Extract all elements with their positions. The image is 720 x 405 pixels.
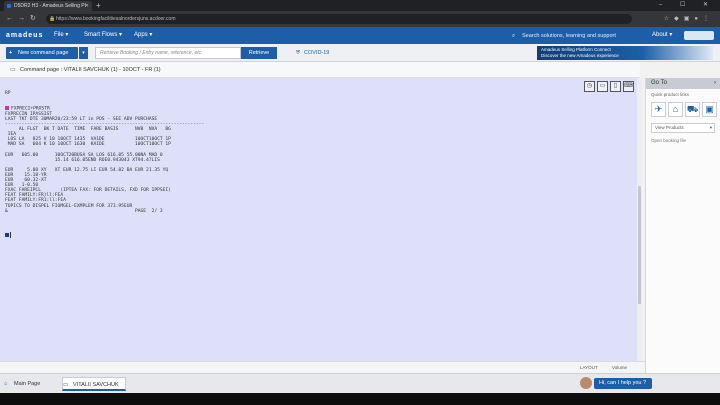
help-bubble[interactable]: Hi, can I help you ? xyxy=(594,378,652,389)
scrollbar-thumb[interactable] xyxy=(638,186,641,304)
window-controls[interactable]: – ☐ ✕ xyxy=(659,0,716,11)
lock-icon: 🔒 xyxy=(49,16,56,22)
status-volume[interactable]: Volume xyxy=(612,363,627,373)
minimize-icon[interactable]: ▭ xyxy=(597,81,608,92)
car-icon[interactable]: ⛟ xyxy=(685,102,700,117)
command-page-header: ▭ Command page : VITALII SAVCHUK (1) - 1… xyxy=(0,62,640,78)
goto-subtitle: Quick product links xyxy=(651,92,690,97)
terminal-tools: ◷ ▭ ▯ ⌨ xyxy=(584,81,636,92)
toolbar: + New command page ▾ Retrieve Booking / … xyxy=(0,44,720,62)
back-icon[interactable]: ← xyxy=(6,14,13,24)
chevron-right-icon[interactable]: › xyxy=(714,78,716,89)
monitor-icon: ▭ xyxy=(63,382,69,388)
close-tab-icon[interactable]: ✕ xyxy=(85,1,89,11)
status-layout[interactable]: LAYOUT xyxy=(580,363,598,373)
assistant-avatar xyxy=(580,377,592,389)
shield-icon: ⛨ xyxy=(296,50,301,56)
terminal-output: RP FXPRECI+PRXSTR FXPRECIN IPASSIST LAST T… xyxy=(5,91,204,214)
new-command-page-button[interactable]: + New command page xyxy=(6,47,78,59)
url-text: https://www.bookingfacilitiesalnordersju… xyxy=(56,16,176,22)
search-icon: ⌕ xyxy=(512,33,516,39)
session-tab-active[interactable]: ▭ VITALII SAVCHUK xyxy=(62,377,126,391)
cryptic-terminal[interactable]: ◷ ▭ ▯ ⌨ RP FXPRECI+PRXSTR FXPRECIN IPASSIST L… xyxy=(0,78,640,361)
terminal-cursor-marker xyxy=(5,233,9,237)
terminal-caret[interactable] xyxy=(10,232,11,238)
product-icons: ✈ ⌂ ⛟ ▣ xyxy=(651,102,719,117)
open-booking-link[interactable]: Open booking file xyxy=(651,138,686,143)
command-page-title: Command page : VITALII SAVCHUK (1) - 10O… xyxy=(20,67,161,73)
browser-extension-icons[interactable]: ☆◆▣●⋮ xyxy=(664,14,714,24)
goto-panel-header[interactable]: Go To › xyxy=(646,78,720,89)
amadeus-favicon-icon xyxy=(7,4,11,8)
main-page-tab[interactable]: ⌂ Main Page xyxy=(4,377,40,391)
chevron-down-icon: ▾ xyxy=(709,125,712,130)
command-page-icon: ▭ xyxy=(10,67,16,73)
retrieve-button[interactable]: Retrieve xyxy=(241,47,277,59)
history-icon[interactable]: ◷ xyxy=(584,81,595,92)
session-bar: ⌂ Main Page ▭ VITALII SAVCHUK Hi, can I … xyxy=(0,373,720,393)
home-icon: ⌂ xyxy=(4,381,8,387)
header-search[interactable]: ⌕ Search solutions, learning and support xyxy=(512,31,632,41)
browser-tab[interactable]: D5DR2 H3 - Amadeus Selling Pl ✕ xyxy=(4,1,92,11)
menu-file[interactable]: File ▾ xyxy=(54,27,68,44)
amadeus-logo: amadeus xyxy=(6,32,44,39)
browser-tab-bar: D5DR2 H3 - Amadeus Selling Pl ✕ + – ☐ ✕ xyxy=(0,0,720,11)
menu-smart-flows[interactable]: Smart Flows ▾ xyxy=(84,27,122,44)
about-menu[interactable]: About ▾ xyxy=(652,27,672,44)
covid-link[interactable]: ⛨ COVID-19 xyxy=(296,47,329,59)
tab-title: D5DR2 H3 - Amadeus Selling Pl xyxy=(14,3,86,9)
retrieve-input[interactable]: Retrieve Booking / Entry name, reference… xyxy=(95,47,241,59)
train-icon[interactable]: ▣ xyxy=(702,102,717,117)
terminal-line: & PAGE 2/ 3 xyxy=(5,208,163,214)
promo-banner[interactable]: Amadeus Selling Platform Connect Discove… xyxy=(537,46,713,60)
reload-icon[interactable]: ↻ xyxy=(30,14,36,24)
address-bar: ← → ↻ 🔒 https://www.bookingfacilitiesaln… xyxy=(0,11,720,27)
product-select[interactable]: View Products ▾ xyxy=(651,123,715,133)
menu-apps[interactable]: Apps ▾ xyxy=(134,27,152,44)
keyboard-icon[interactable]: ⌨ xyxy=(623,81,634,92)
entry-marker-icon xyxy=(5,106,9,111)
taskbar-strip xyxy=(0,393,720,405)
hotel-icon[interactable]: ⌂ xyxy=(668,102,683,117)
new-command-dropdown-icon[interactable]: ▾ xyxy=(79,47,88,59)
forward-icon[interactable]: → xyxy=(18,14,25,24)
goto-panel: Go To › Quick product links ✈ ⌂ ⛟ ▣ View Pr… xyxy=(645,78,720,373)
url-input[interactable]: 🔒 https://www.bookingfacilitiesalnorders… xyxy=(46,14,632,24)
split-icon[interactable]: ▯ xyxy=(610,81,621,92)
terminal-status-row: LAYOUT Volume xyxy=(0,361,645,373)
user-avatar[interactable] xyxy=(684,31,714,40)
terminal-scrollbar[interactable] xyxy=(637,78,642,361)
new-tab-button[interactable]: + xyxy=(96,0,101,11)
plus-icon: + xyxy=(9,50,13,56)
app-header: amadeus File ▾ Smart Flows ▾ Apps ▾ ⌕ Se… xyxy=(0,27,720,44)
flight-icon[interactable]: ✈ xyxy=(651,102,666,117)
